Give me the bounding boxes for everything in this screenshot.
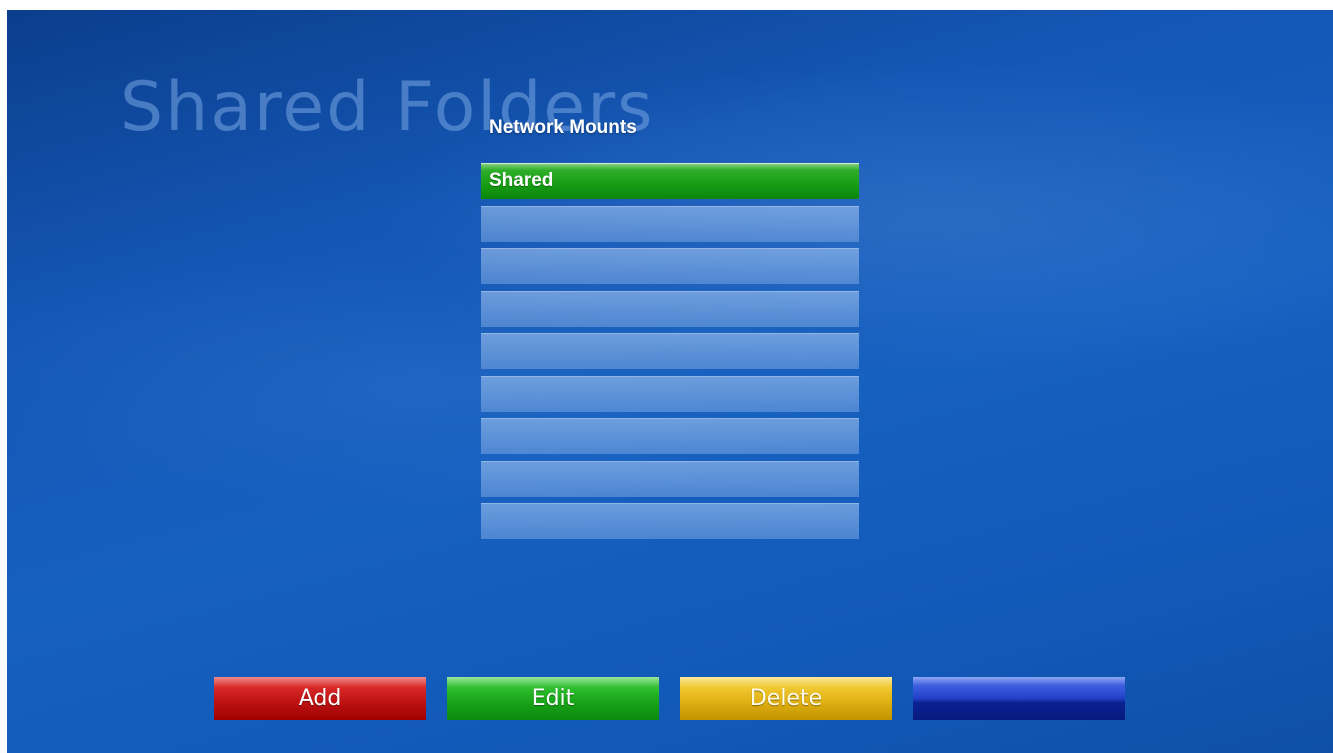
edit-button[interactable]: Edit [447, 677, 659, 720]
list-item[interactable] [481, 248, 859, 284]
list-item[interactable] [481, 460, 859, 497]
media-center-screen: Shared Folders Network Mounts Shared Add… [7, 10, 1333, 753]
list-item[interactable] [481, 333, 859, 369]
list-item[interactable] [481, 205, 859, 242]
network-mounts-list: Shared [481, 163, 859, 546]
delete-button[interactable]: Delete [680, 677, 892, 720]
panel-title: Network Mounts [489, 117, 637, 138]
list-item-shared[interactable]: Shared [481, 163, 859, 199]
list-item[interactable] [481, 503, 859, 539]
list-item[interactable] [481, 290, 859, 327]
list-item[interactable] [481, 418, 859, 454]
blue-action-button[interactable] [913, 677, 1125, 720]
list-item[interactable] [481, 375, 859, 412]
add-button[interactable]: Add [214, 677, 426, 720]
